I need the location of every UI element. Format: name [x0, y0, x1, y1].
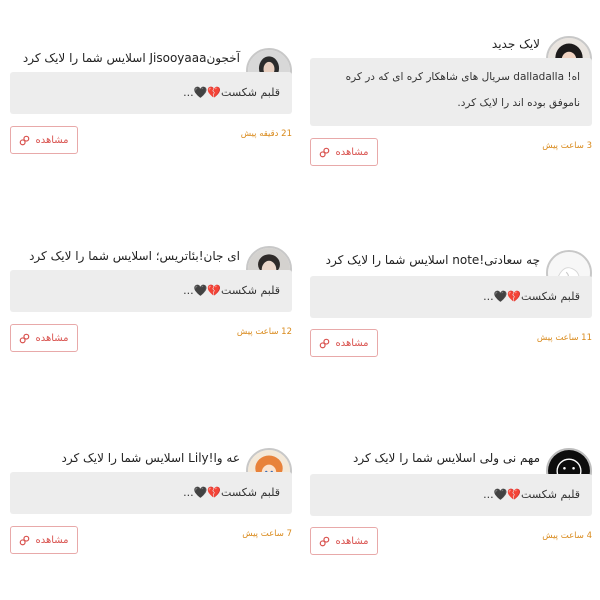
- notification-card: ای جان!بئاتریس؛ اسلایس شما را لایک کرد ق…: [8, 246, 292, 352]
- link-icon: [320, 147, 330, 157]
- notification-message: قلبم شکست💔🖤...: [310, 276, 592, 318]
- view-button-label: مشاهده: [35, 134, 69, 146]
- notification-message: اه! dalladalla سریال های شاهکار کره ای ک…: [310, 58, 592, 126]
- notification-title: لایک جدید: [491, 37, 540, 51]
- notification-card: لایک جدید اه! dalladalla سریال های شاهکا…: [308, 36, 592, 166]
- timestamp: 4 ساعت پیش: [542, 531, 592, 541]
- view-button-label: مشاهده: [335, 337, 369, 349]
- link-icon: [20, 135, 30, 145]
- link-icon: [320, 338, 330, 348]
- notification-title: مهم نی ولی اسلایس شما را لایک کرد: [352, 451, 540, 465]
- view-button-label: مشاهده: [335, 535, 369, 547]
- notification-title: ای جان!بئاتریس؛ اسلایس شما را لایک کرد: [29, 249, 240, 263]
- notification-message: قلبم شکست💔🖤...: [310, 474, 592, 516]
- timestamp: 11 ساعت پیش: [536, 333, 592, 343]
- notification-title: آخجونJisooyaaa اسلایس شما را لایک کرد: [22, 51, 240, 65]
- link-icon: [320, 536, 330, 546]
- timestamp: 7 ساعت پیش: [242, 529, 292, 539]
- notification-message: قلبم شکست💔🖤...: [10, 72, 292, 114]
- notification-card: آخجونJisooyaaa اسلایس شما را لایک کرد قل…: [8, 48, 292, 154]
- notification-card: عه وا!Lily اسلایس شما را لایک کرد قلبم ش…: [8, 448, 292, 554]
- notification-title: عه وا!Lily اسلایس شما را لایک کرد: [61, 451, 240, 465]
- notification-title: چه سعادتی!note اسلایس شما را لایک کرد: [325, 253, 540, 267]
- timestamp: 21 دقیقه پیش: [240, 129, 292, 139]
- view-button[interactable]: مشاهده: [310, 138, 378, 166]
- link-icon: [20, 333, 30, 343]
- view-button[interactable]: مشاهده: [10, 324, 78, 352]
- notification-message: قلبم شکست💔🖤...: [10, 472, 292, 514]
- notification-card: مهم نی ولی اسلایس شما را لایک کرد قلبم ش…: [308, 448, 592, 555]
- notification-message: قلبم شکست💔🖤...: [10, 270, 292, 312]
- timestamp: 3 ساعت پیش: [542, 141, 592, 151]
- view-button[interactable]: مشاهده: [310, 527, 378, 555]
- link-icon: [20, 535, 30, 545]
- notification-card: چه سعادتی!note اسلایس شما را لایک کرد قل…: [308, 250, 592, 357]
- view-button-label: مشاهده: [335, 146, 369, 158]
- view-button-label: مشاهده: [35, 534, 69, 546]
- view-button[interactable]: مشاهده: [10, 526, 78, 554]
- view-button-label: مشاهده: [35, 332, 69, 344]
- view-button[interactable]: مشاهده: [10, 126, 78, 154]
- view-button[interactable]: مشاهده: [310, 329, 378, 357]
- timestamp: 12 ساعت پیش: [236, 327, 292, 337]
